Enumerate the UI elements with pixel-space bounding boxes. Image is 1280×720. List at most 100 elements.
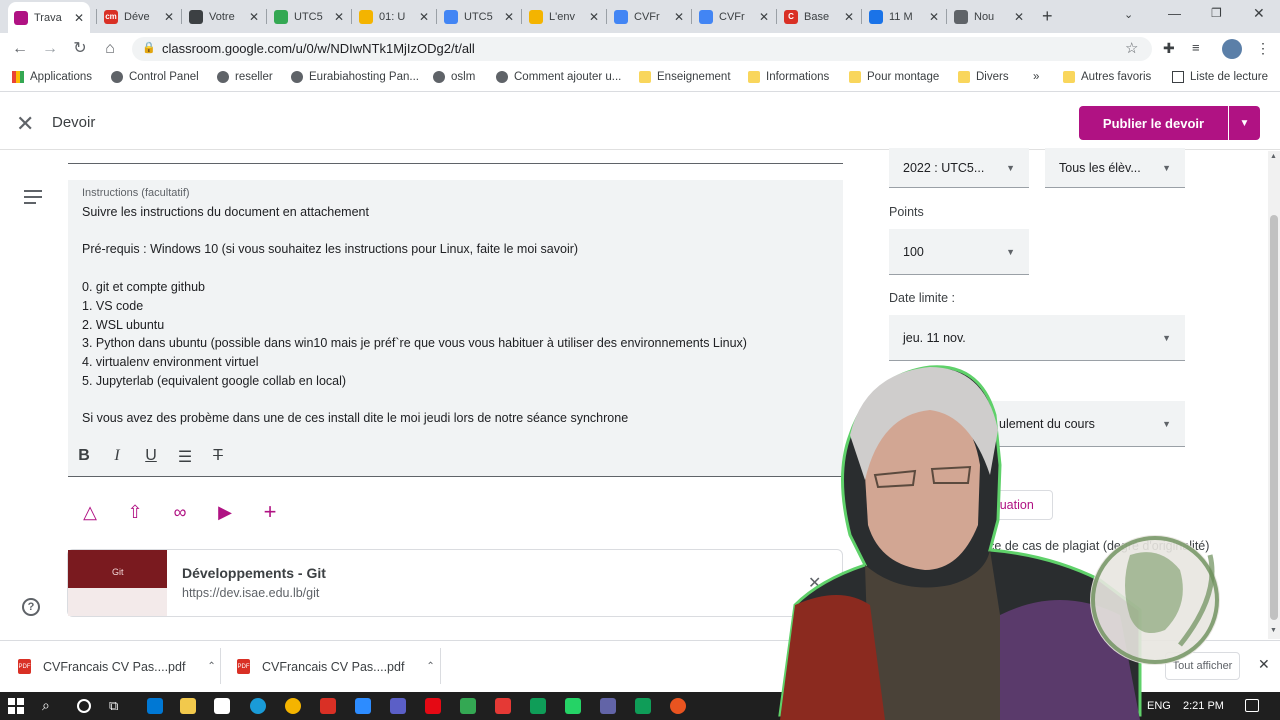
close-icon[interactable]: ✕ <box>16 111 34 137</box>
cortana-icon[interactable] <box>77 699 91 713</box>
app-icon[interactable] <box>530 698 546 714</box>
tab-search-icon[interactable]: ⌄ <box>1124 8 1133 21</box>
bookmark-item[interactable]: Liste de lecture <box>1172 71 1268 83</box>
close-tab-icon[interactable]: ✕ <box>334 10 344 24</box>
scrollbar-thumb[interactable] <box>1270 215 1278 620</box>
browser-tab[interactable]: L'env ✕ <box>523 4 605 29</box>
close-tab-icon[interactable]: ✕ <box>74 11 84 25</box>
italic-button[interactable]: I <box>107 447 127 465</box>
google-drive-icon[interactable]: △ <box>79 501 101 523</box>
bookmark-item[interactable]: reseller <box>217 71 273 83</box>
bookmark-item[interactable]: Pour montage <box>849 71 939 83</box>
store-icon[interactable] <box>214 698 230 714</box>
class-select[interactable]: 2022 : UTC5... ▼ <box>889 148 1029 188</box>
attachment-title[interactable]: Développements - Git <box>182 565 326 581</box>
bookmark-item[interactable]: oslm <box>433 71 475 83</box>
close-tab-icon[interactable]: ✕ <box>759 10 769 24</box>
close-tab-icon[interactable]: ✕ <box>164 10 174 24</box>
url-text[interactable]: classroom.google.com/u/0/w/NDIwNTk1MjIzO… <box>162 41 475 56</box>
browser-tab[interactable]: Votre ✕ <box>183 4 265 29</box>
browser-tab[interactable]: Trava ✕ <box>8 2 90 33</box>
underline-button[interactable]: U <box>141 447 161 465</box>
chevron-up-icon[interactable]: ⌃ <box>426 661 434 672</box>
lock-icon[interactable]: 🔒 <box>142 41 156 54</box>
browser-tab[interactable]: C Base ✕ <box>778 4 860 29</box>
file-explorer-icon[interactable] <box>180 698 196 714</box>
close-window-button[interactable]: ✕ <box>1253 5 1265 22</box>
chrome-icon[interactable] <box>285 698 301 714</box>
bookmark-item[interactable]: Informations <box>748 71 829 83</box>
task-view-icon[interactable]: ⧉ <box>109 698 118 714</box>
bulleted-list-icon[interactable]: ☰ <box>175 447 195 467</box>
close-tab-icon[interactable]: ✕ <box>589 10 599 24</box>
reload-icon[interactable]: ↻ <box>70 39 90 59</box>
new-tab-button[interactable]: + <box>1042 6 1053 27</box>
bookmark-item[interactable]: Comment ajouter u... <box>496 71 621 83</box>
link-icon[interactable]: ∞ <box>169 501 191 523</box>
browser-tab[interactable]: CVFr ✕ <box>608 4 690 29</box>
browser-tab[interactable]: 11 M ✕ <box>863 4 945 29</box>
ubuntu-icon[interactable] <box>670 698 686 714</box>
minimize-button[interactable]: — <box>1168 6 1181 21</box>
close-tab-icon[interactable]: ✕ <box>929 10 939 24</box>
bookmark-item[interactable]: Applications <box>12 71 92 83</box>
browser-tab[interactable]: UTC5 ✕ <box>438 4 520 29</box>
points-select[interactable]: 100 ▼ <box>889 229 1029 275</box>
scroll-up-arrow-icon[interactable]: ▲ <box>1270 153 1277 160</box>
browser-tab[interactable]: cm Déve ✕ <box>98 4 180 29</box>
search-icon[interactable]: ⌕ <box>42 697 50 714</box>
windows-start-icon[interactable] <box>8 698 24 714</box>
scroll-down-arrow-icon[interactable]: ▼ <box>1270 627 1277 634</box>
close-tab-icon[interactable]: ✕ <box>674 10 684 24</box>
app-icon[interactable] <box>320 698 336 714</box>
download-item[interactable]: PDF CVFrancais CV Pas....pdf ⌃ <box>237 659 435 674</box>
bookmark-item[interactable]: Enseignement <box>639 71 731 83</box>
menu-icon[interactable]: ⋮ <box>1256 40 1270 57</box>
forward-icon[interactable]: → <box>40 39 60 59</box>
bookmark-item[interactable]: Eurabiahosting Pan... <box>291 71 419 83</box>
restore-button[interactable]: ❐ <box>1211 6 1222 20</box>
publish-dropdown-button[interactable]: ▼ <box>1229 106 1260 140</box>
netflix-icon[interactable] <box>425 698 441 714</box>
help-icon[interactable]: ? <box>22 598 40 616</box>
clear-formatting-icon[interactable]: T <box>208 447 228 465</box>
bookmark-item[interactable]: Control Panel <box>111 71 199 83</box>
close-tab-icon[interactable]: ✕ <box>1014 10 1024 24</box>
mail-icon[interactable] <box>147 698 163 714</box>
bookmark-item[interactable]: Autres favoris <box>1063 71 1151 83</box>
instruction-line: 2. WSL ubuntu <box>82 318 165 332</box>
students-select[interactable]: Tous les élèv... ▼ <box>1045 148 1185 188</box>
browser-tab[interactable]: 01: U ✕ <box>353 4 435 29</box>
publish-button[interactable]: Publier le devoir <box>1079 106 1228 140</box>
bold-button[interactable]: B <box>74 447 94 465</box>
edge-icon[interactable] <box>250 698 266 714</box>
bookmark-star-icon[interactable]: ☆ <box>1125 39 1138 57</box>
tab-label: 11 M <box>889 10 913 23</box>
close-tab-icon[interactable]: ✕ <box>249 10 259 24</box>
extensions-icon[interactable]: ✚ <box>1163 40 1175 57</box>
browser-tab[interactable]: UTC5 ✕ <box>268 4 350 29</box>
close-tab-icon[interactable]: ✕ <box>419 10 429 24</box>
profile-avatar[interactable] <box>1222 39 1242 59</box>
app-icon[interactable] <box>495 698 511 714</box>
zoom-icon[interactable] <box>355 698 371 714</box>
youtube-icon[interactable]: ▶ <box>214 501 236 523</box>
close-tab-icon[interactable]: ✕ <box>844 10 854 24</box>
home-icon[interactable]: ⌂ <box>100 39 120 59</box>
download-item[interactable]: PDF CVFrancais CV Pas....pdf ⌃ <box>18 659 216 674</box>
back-icon[interactable]: ← <box>10 39 30 59</box>
browser-tab[interactable]: CVFr ✕ <box>693 4 775 29</box>
app-icon[interactable] <box>460 698 476 714</box>
messaging-icon[interactable] <box>565 698 581 714</box>
app-icon[interactable] <box>600 698 616 714</box>
app-icon[interactable] <box>635 698 651 714</box>
upload-icon[interactable]: ⇧ <box>124 501 146 523</box>
browser-tab[interactable]: Nou ✕ <box>948 4 1030 29</box>
close-tab-icon[interactable]: ✕ <box>504 10 514 24</box>
bookmark-item[interactable]: Divers <box>958 71 1009 83</box>
add-icon[interactable]: + <box>259 501 281 523</box>
bookmark-item[interactable]: » <box>1033 71 1039 83</box>
chevron-up-icon[interactable]: ⌃ <box>207 661 215 672</box>
powershell-icon[interactable] <box>390 698 406 714</box>
media-icon[interactable]: ≡ <box>1192 40 1200 55</box>
